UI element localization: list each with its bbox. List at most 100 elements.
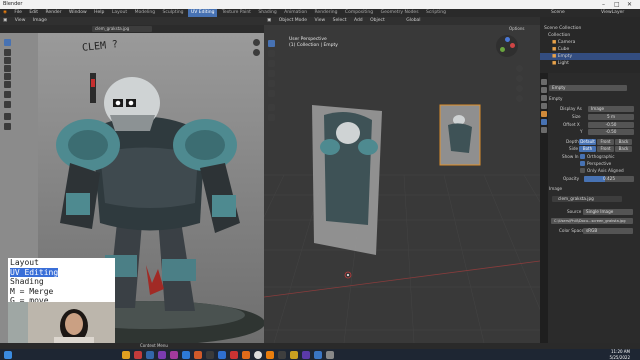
menu-image[interactable]: Image: [30, 17, 50, 25]
app-icon-5[interactable]: [182, 350, 190, 359]
app-icon-8[interactable]: [218, 350, 226, 359]
view-layer-selector[interactable]: ViewLayer: [598, 9, 627, 17]
tab-animation[interactable]: Animation: [281, 9, 310, 17]
vp-transform-tool-icon[interactable]: [268, 90, 275, 97]
size-field[interactable]: 5 m: [588, 114, 634, 120]
close-icon[interactable]: ✕: [627, 0, 632, 9]
vp-rotate-tool-icon[interactable]: [268, 70, 275, 77]
section-image[interactable]: Image: [549, 186, 562, 192]
options-dropdown[interactable]: Options: [509, 26, 524, 31]
menu-help[interactable]: Help: [91, 9, 107, 17]
tab-sculpting[interactable]: Sculpting: [160, 9, 187, 17]
app-icon-1[interactable]: [134, 350, 142, 359]
vp-cursor-tool-icon[interactable]: [268, 50, 275, 57]
tool-tab-icon[interactable]: [541, 79, 547, 85]
menu-select[interactable]: Select: [330, 17, 350, 25]
start-icon[interactable]: [4, 350, 12, 359]
scene-tab-icon[interactable]: [541, 103, 547, 109]
constraints-tab-icon[interactable]: [541, 127, 547, 133]
outliner-item-cube[interactable]: ■ Cube: [540, 46, 640, 53]
app-icon-3[interactable]: [158, 350, 166, 359]
outliner-item-camera[interactable]: ■ Camera: [540, 39, 640, 46]
tab-scripting[interactable]: Scripting: [423, 9, 449, 17]
cursor-tool-icon[interactable]: [4, 49, 11, 56]
app-icon-6[interactable]: [194, 350, 202, 359]
vp-select-tool-icon[interactable]: [268, 40, 275, 47]
app-icon-11[interactable]: [254, 350, 262, 359]
app-icon-9[interactable]: [230, 350, 238, 359]
rotate-tool-icon[interactable]: [4, 65, 11, 72]
transform-tool-icon[interactable]: [4, 81, 11, 88]
app-icon-13[interactable]: [290, 350, 298, 359]
filepath-field[interactable]: C:\Users\Phill\Docu...screen_graksta.jpg: [551, 218, 633, 224]
outliner-item-collection[interactable]: Collection: [540, 32, 640, 39]
outliner-item-light[interactable]: ■ Light: [540, 60, 640, 67]
section-empty[interactable]: Empty: [549, 96, 563, 102]
app-icon-10[interactable]: [242, 350, 250, 359]
blender-taskbar-icon[interactable]: [266, 350, 274, 359]
select-tool-icon[interactable]: [4, 39, 11, 46]
tab-geometry-nodes[interactable]: Geometry Nodes: [378, 9, 422, 17]
maximize-icon[interactable]: □: [614, 0, 620, 9]
app-icon-7[interactable]: [206, 350, 214, 359]
vp-move-tool-icon[interactable]: [268, 60, 275, 67]
menu-render[interactable]: Render: [43, 9, 65, 17]
vp-grid-icon[interactable]: [516, 95, 523, 102]
menu-object[interactable]: Object: [367, 17, 388, 25]
object-tab-icon[interactable]: [541, 111, 547, 117]
vp-camera-icon[interactable]: [516, 85, 523, 92]
3d-viewport[interactable]: Options: [264, 25, 540, 343]
orthographic-checkbox[interactable]: [580, 154, 585, 159]
outliner-item-scene-collection[interactable]: Scene Collection: [540, 25, 640, 32]
vp-annotate-tool-icon[interactable]: [268, 104, 275, 111]
tab-modeling[interactable]: Modeling: [132, 9, 158, 17]
transform-orientation[interactable]: Global: [403, 17, 423, 25]
only-axis-aligned-checkbox[interactable]: [580, 168, 585, 173]
render-tab-icon[interactable]: [541, 87, 547, 93]
app-icon-14[interactable]: [302, 350, 310, 359]
relax-tool-icon[interactable]: [4, 113, 11, 120]
system-clock[interactable]: 11:20 AM 5/25/2022: [609, 349, 630, 360]
side-front-button[interactable]: Front: [597, 146, 614, 152]
depth-back-button[interactable]: Back: [615, 139, 632, 145]
vp-zoom-icon[interactable]: [516, 65, 523, 72]
annotate-tool-icon[interactable]: [4, 91, 11, 98]
zoom-icon[interactable]: [253, 39, 260, 46]
folder-icon[interactable]: [122, 350, 130, 359]
menu-view[interactable]: View: [12, 17, 29, 25]
display-as-dropdown[interactable]: Image: [588, 106, 634, 112]
navigation-gizmo[interactable]: [496, 35, 518, 57]
grab-tool-icon[interactable]: [4, 101, 11, 108]
menu-file[interactable]: File: [11, 9, 25, 17]
color-space-dropdown[interactable]: sRGB: [583, 228, 633, 234]
y-axis-icon[interactable]: [500, 47, 505, 52]
data-tab-icon[interactable]: [541, 119, 547, 125]
output-tab-icon[interactable]: [541, 95, 547, 101]
x-axis-icon[interactable]: [510, 43, 515, 48]
pan-hand-icon[interactable]: [253, 49, 260, 56]
mode-selector[interactable]: Object Mode: [276, 17, 310, 25]
scene-selector[interactable]: Scene: [548, 9, 568, 17]
app-icon-15[interactable]: [314, 350, 322, 359]
vp-scale-tool-icon[interactable]: [268, 80, 275, 87]
source-dropdown[interactable]: Single Image: [583, 209, 633, 215]
menu-add[interactable]: Add: [351, 17, 366, 25]
image-datablock-field[interactable]: clem_graksta.jpg: [552, 196, 622, 202]
vp-pan-icon[interactable]: [516, 75, 523, 82]
tab-shading[interactable]: Shading: [255, 9, 279, 17]
menu-edit[interactable]: Edit: [26, 9, 41, 17]
z-axis-icon[interactable]: [505, 37, 510, 42]
perspective-checkbox[interactable]: [580, 161, 585, 166]
app-icon-4[interactable]: [170, 350, 178, 359]
app-icon-12[interactable]: [278, 350, 286, 359]
opacity-slider[interactable]: 0.425: [584, 176, 634, 182]
viewport-editor-type-icon[interactable]: ▣: [264, 17, 274, 25]
menu-window[interactable]: Window: [66, 9, 90, 17]
tab-uv-editing[interactable]: UV Editing: [187, 9, 218, 17]
pinch-tool-icon[interactable]: [4, 123, 11, 130]
minimize-icon[interactable]: –: [602, 0, 605, 9]
image-name-field[interactable]: clem_graksta.jpg: [92, 26, 152, 32]
tab-compositing[interactable]: Compositing: [342, 9, 376, 17]
object-name-field[interactable]: Empty: [549, 85, 627, 91]
tab-rendering[interactable]: Rendering: [312, 9, 341, 17]
